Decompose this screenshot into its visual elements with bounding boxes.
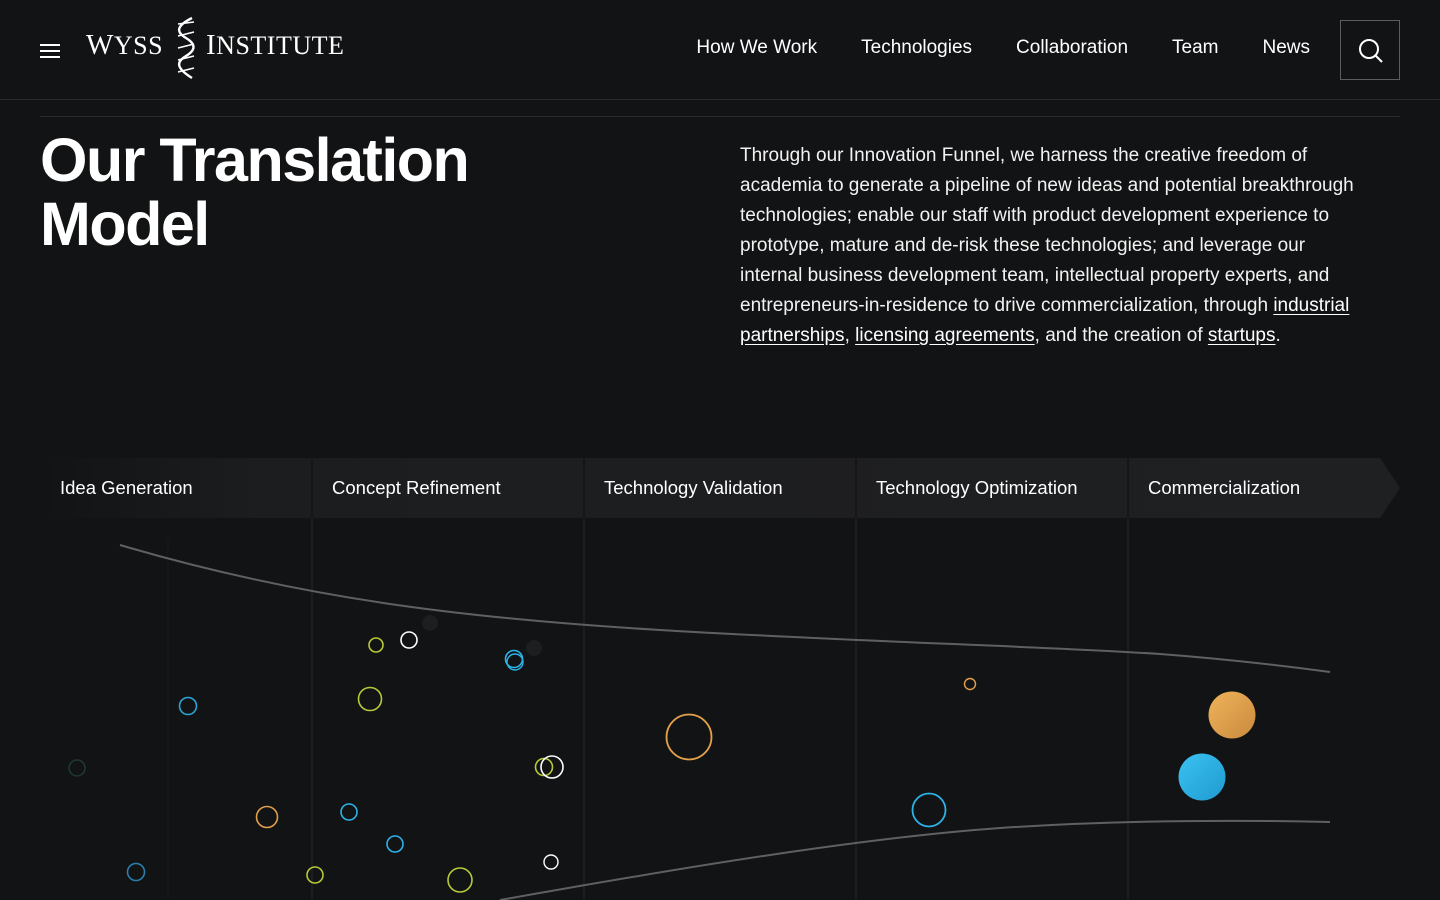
main-nav: How We Work Technologies Collaboration T… [696,37,1310,59]
dna-helix-icon [177,16,195,80]
search-icon [1359,39,1383,63]
hamburger-icon-line [40,56,60,58]
intro-text-end: , and the creation of [1034,325,1208,346]
hamburger-menu-button[interactable] [40,42,60,58]
nav-how-we-work[interactable]: How We Work [696,37,817,59]
stage-technology-optimization[interactable]: Technology Optimization [856,458,1128,518]
intro-text: Through our Innovation Funnel, we harnes… [740,145,1354,316]
site-logo[interactable]: WYSS INSTITUTE [86,16,348,82]
licensing-agreements-link[interactable]: licensing agreements [855,325,1035,346]
hamburger-icon-line [40,50,60,52]
logo-word-wyss: WYSS [86,29,164,61]
page-title: Our Translation Model [40,128,600,256]
technology-bubble-blue [911,792,947,828]
innovation-funnel-visual [68,518,1331,900]
idea-bubble-blue [340,803,358,821]
startups-link[interactable]: startups [1208,325,1276,346]
idea-bubble-white [400,631,418,649]
stage-commercialization[interactable]: Commercialization [1128,458,1400,518]
intro-period: . [1275,325,1281,346]
funnel-stage-band: Idea Generation Concept Refinement Techn… [40,458,1400,518]
technology-bubble-orange [665,713,713,761]
nav-team[interactable]: Team [1172,37,1218,59]
stage-concept-refinement[interactable]: Concept Refinement [312,458,584,518]
stage-technology-validation[interactable]: Technology Validation [584,458,856,518]
nav-news[interactable]: News [1262,37,1310,59]
idea-bubble-green [368,637,384,653]
site-header: WYSS INSTITUTE How We Work Technologies … [0,0,1440,100]
hamburger-icon [40,44,60,46]
idea-bubble-green [306,866,324,884]
logo-word-institute: INSTITUTE [206,29,345,61]
idea-bubble-green [447,867,473,893]
idea-bubble-green [357,686,383,712]
commercialized-bubble-blue [1178,753,1226,801]
title-line-2: Model [40,190,210,258]
idea-bubble-blue [386,835,404,853]
stage-idea-generation[interactable]: Idea Generation [40,458,312,518]
funnel-bottom-curve [499,819,1331,900]
idea-bubble-faint [526,640,542,656]
idea-bubble-faint [422,615,438,631]
idea-bubble-faint [68,759,86,777]
nav-collaboration[interactable]: Collaboration [1016,37,1128,59]
nav-technologies[interactable]: Technologies [861,37,972,59]
section-divider [40,116,1400,117]
technology-bubble-orange [963,677,977,691]
title-line-1: Our Translation [40,126,470,194]
intro-paragraph: Through our Innovation Funnel, we harnes… [740,141,1365,351]
idea-bubble-green [534,757,554,777]
search-button[interactable] [1340,20,1400,80]
intro-separator: , [844,325,856,346]
commercialized-bubble-orange [1208,691,1256,739]
idea-bubble-blue [126,862,146,882]
idea-bubble-orange [255,805,279,829]
idea-bubble-blue [178,696,198,716]
idea-bubble-white [543,854,559,870]
funnel-top-curve [119,544,1331,673]
